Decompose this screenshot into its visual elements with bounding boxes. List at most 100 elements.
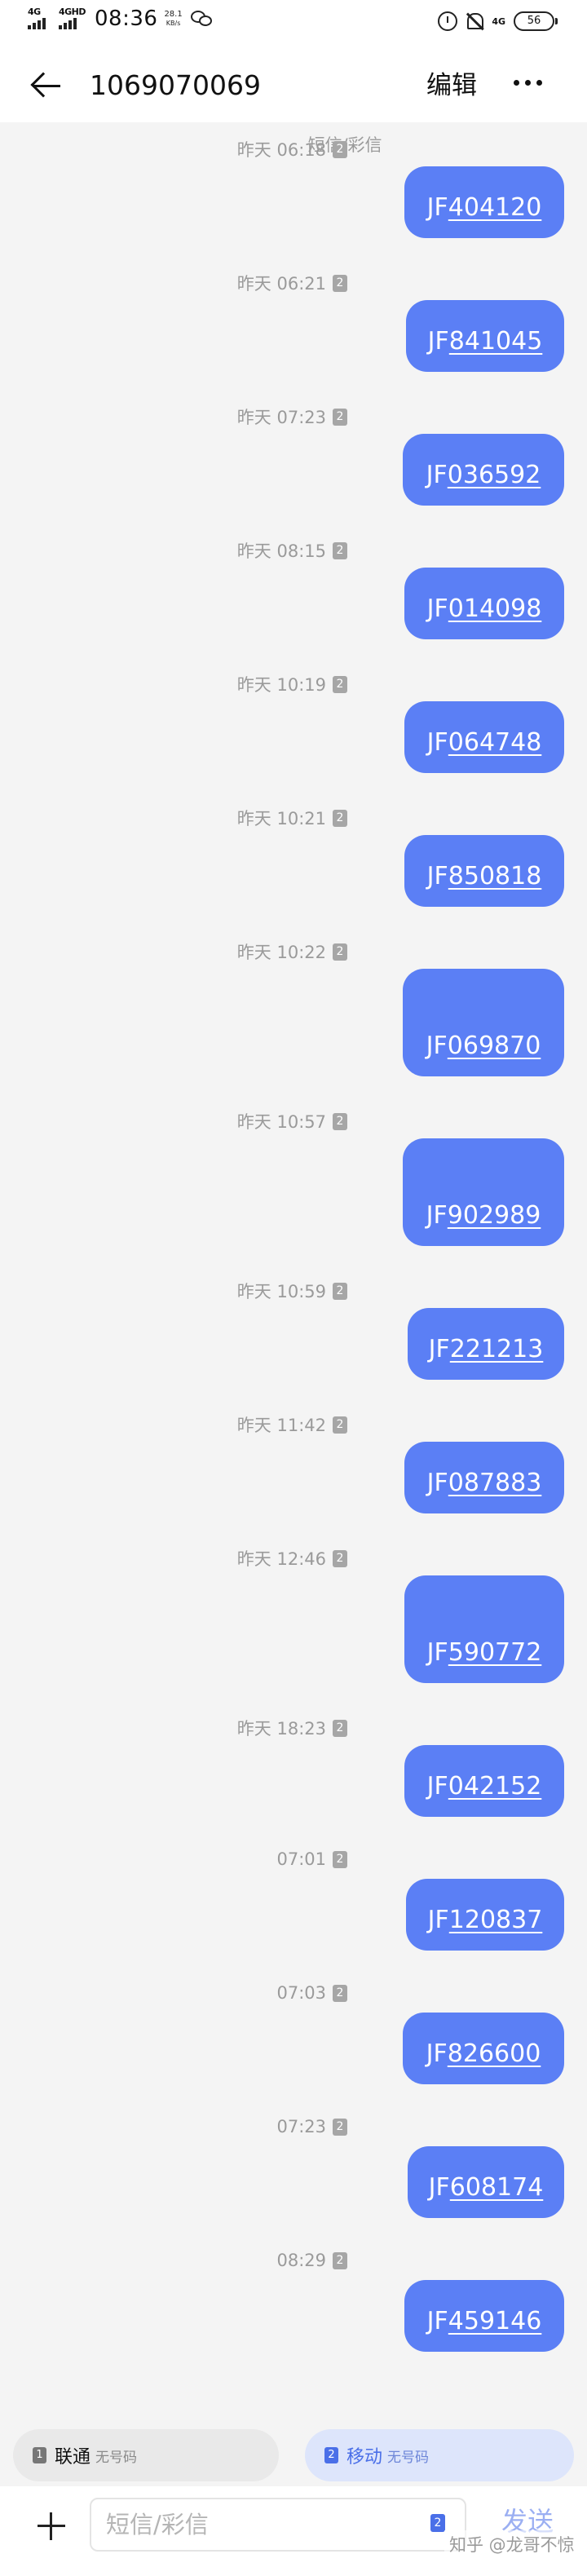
network-speed-unit: KB/s (166, 20, 181, 27)
sim-2-icon: 2 (333, 408, 347, 426)
message-bubble[interactable]: JF 014098 (404, 568, 564, 639)
message-item: 昨天 06:18 2 JF 404120 (0, 137, 587, 238)
message-bubble[interactable]: JF 850818 (404, 835, 564, 907)
signal-sim2-icon: 4GHD (59, 7, 86, 31)
edit-button[interactable]: 编辑 (426, 65, 477, 106)
message-code-link[interactable]: 014098 (448, 594, 542, 623)
message-item: 昨天 10:59 2 JF 221213 (0, 1279, 587, 1380)
message-code-link[interactable]: 036592 (448, 461, 541, 489)
message-prefix: JF (427, 327, 449, 356)
message-input[interactable] (90, 2498, 466, 2552)
message-bubble[interactable]: JF 590772 (404, 1575, 564, 1683)
message-code-link[interactable]: 120837 (449, 1906, 543, 1934)
message-prefix: JF (427, 1906, 449, 1934)
sim-2-icon: 2 (333, 1282, 347, 1300)
message-bubble[interactable]: JF 120837 (406, 1879, 564, 1951)
message-meta: 昨天 06:21 2 (237, 271, 347, 295)
message-bubble[interactable]: JF 087883 (404, 1442, 564, 1513)
sim-mobile-number: 无号码 (387, 2449, 430, 2466)
message-code-link[interactable]: 221213 (450, 1335, 544, 1363)
message-bubble[interactable]: JF 826600 (403, 2013, 564, 2084)
sim-1-icon: 1 (33, 2447, 46, 2463)
more-dots-icon[interactable] (514, 80, 542, 86)
message-code-link[interactable]: 087883 (448, 1469, 542, 1497)
message-bubble[interactable]: JF 608174 (408, 2146, 564, 2218)
message-thread[interactable]: 短信/彩信 昨天 06:182JF404120昨天 06:212JF841045… (0, 122, 587, 2418)
message-meta: 昨天 10:19 2 (237, 672, 347, 696)
message-code-link[interactable]: 841045 (449, 327, 543, 356)
message-prefix: JF (428, 1335, 450, 1363)
message-meta: 昨天 18:23 2 (237, 1716, 347, 1740)
sim-mobile-name: 移动 (346, 2447, 383, 2468)
message-time: 昨天 06:21 (236, 274, 326, 294)
message-meta: 昨天 10:22 2 (237, 939, 347, 964)
conversation-header: 1069070069 编辑 (0, 49, 587, 122)
sim-2-icon: 2 (333, 943, 347, 961)
message-prefix: JF (426, 1772, 448, 1801)
sim-choice-mobile[interactable]: 2 移动 无号码 (305, 2429, 574, 2481)
message-prefix: JF (426, 594, 448, 623)
sim-2-icon: 2 (333, 675, 347, 693)
sim-selector: 1 联通 无号码 2 移动 无号码 (0, 2418, 587, 2486)
plus-icon[interactable] (38, 2512, 65, 2540)
message-code-link[interactable]: 404120 (448, 193, 542, 222)
message-code-link[interactable]: 459146 (448, 2307, 542, 2335)
message-bubble[interactable]: JF 036592 (403, 434, 564, 506)
status-left: 4G 4GHD 08:36 28.1 KB/s (28, 7, 214, 31)
message-bubble[interactable]: JF 042152 (404, 1745, 564, 1817)
sim-2-icon: 2 (324, 2447, 338, 2463)
message-prefix: JF (426, 461, 448, 489)
message-meta: 昨天 08:15 2 (237, 538, 347, 563)
sim-2-icon: 2 (333, 1549, 347, 1567)
message-time: 昨天 12:46 (236, 1549, 326, 1569)
sim-2-compose-icon[interactable]: 2 (430, 2514, 445, 2532)
message-prefix: JF (426, 193, 448, 222)
message-time: 昨天 10:21 (236, 809, 326, 828)
message-time: 07:23 (276, 2117, 326, 2136)
message-code-link[interactable]: 826600 (448, 2039, 541, 2068)
message-bubble[interactable]: JF 404120 (404, 166, 564, 238)
message-prefix: JF (426, 1638, 448, 1667)
message-prefix: JF (426, 2307, 448, 2335)
message-item: 昨天 10:57 2 JF 902989 (0, 1109, 587, 1246)
contact-number: 1069070069 (90, 69, 261, 101)
status-clock: 08:36 (95, 7, 158, 31)
alarm-icon (438, 11, 458, 31)
message-time: 07:01 (276, 1849, 326, 1869)
message-code-link[interactable]: 069870 (448, 1032, 541, 1060)
message-bubble[interactable]: JF 459146 (404, 2280, 564, 2352)
message-bubble[interactable]: JF 064748 (404, 701, 564, 773)
message-prefix: JF (426, 728, 448, 757)
message-prefix: JF (428, 2173, 450, 2202)
message-item: 07:23 2 JF 608174 (0, 2117, 587, 2218)
message-time: 昨天 07:23 (236, 408, 326, 427)
message-bubble[interactable]: JF 902989 (403, 1138, 564, 1246)
message-code-link[interactable]: 850818 (448, 862, 542, 890)
bell-off-icon (466, 11, 484, 31)
message-time: 昨天 10:19 (236, 675, 326, 695)
message-code-link[interactable]: 902989 (448, 1201, 541, 1230)
back-arrow-icon[interactable] (29, 68, 65, 104)
message-time: 08:29 (276, 2251, 326, 2270)
message-code-link[interactable]: 042152 (448, 1772, 542, 1801)
message-bubble[interactable]: JF 221213 (408, 1308, 564, 1380)
sim-2-icon: 2 (333, 1719, 347, 1737)
message-bubble[interactable]: JF 069870 (403, 969, 564, 1076)
sim-choice-unicom[interactable]: 1 联通 无号码 (13, 2429, 279, 2481)
message-bubble[interactable]: JF 841045 (406, 300, 564, 372)
message-item: 昨天 10:19 2 JF 064748 (0, 672, 587, 773)
message-code-link[interactable]: 064748 (448, 728, 542, 757)
message-prefix: JF (426, 1469, 448, 1497)
message-item: 昨天 10:21 2 JF 850818 (0, 806, 587, 907)
message-code-link[interactable]: 590772 (448, 1638, 542, 1667)
battery-icon: 56 (514, 11, 558, 31)
sim-2-icon: 2 (333, 1112, 347, 1130)
message-time: 昨天 18:23 (236, 1719, 326, 1739)
sim-2-icon: 2 (333, 1850, 347, 1868)
message-item: 07:03 2 JF 826600 (0, 1983, 587, 2084)
message-prefix: JF (426, 2039, 448, 2068)
wechat-icon (190, 9, 214, 29)
message-prefix: JF (426, 862, 448, 890)
message-code-link[interactable]: 608174 (450, 2173, 544, 2202)
sim-2-icon: 2 (333, 2118, 347, 2136)
